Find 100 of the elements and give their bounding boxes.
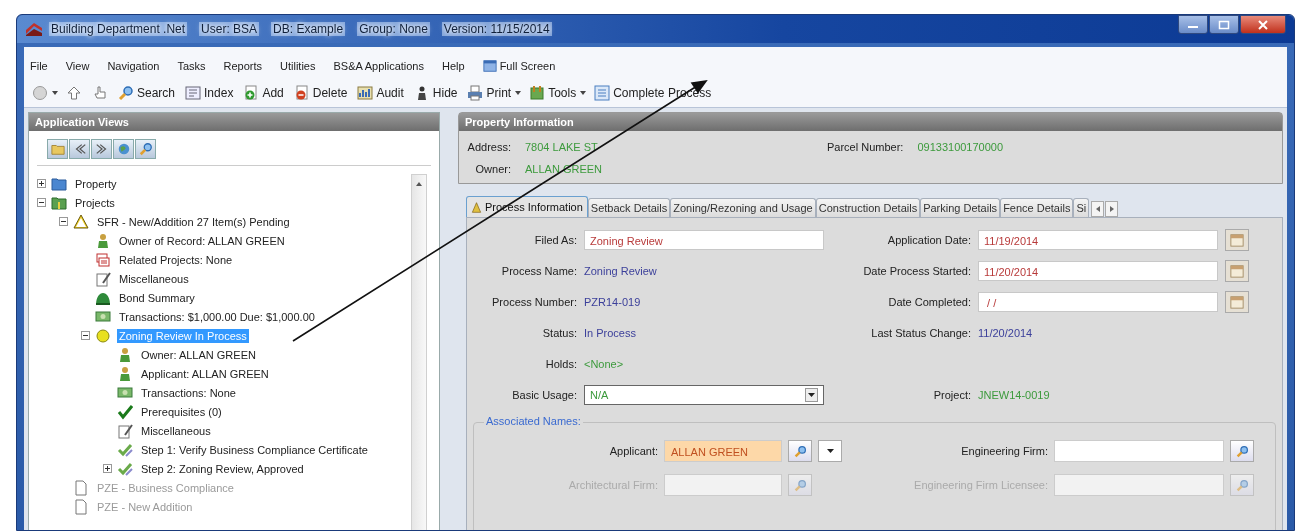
maximize-icon	[1218, 19, 1230, 30]
print-button[interactable]: Print	[465, 84, 514, 102]
check-pencil-icon	[117, 460, 133, 477]
tab[interactable]: Zoning/Rezoning and Usage	[670, 198, 816, 217]
right-arrow-icon	[1108, 205, 1115, 213]
field-value: 7804 LAKE ST	[525, 141, 598, 153]
tree-item[interactable]: Step 1: Verify Business Compliance Certificate	[139, 442, 370, 457]
lookup-button[interactable]	[788, 440, 812, 462]
menu-item[interactable]: Help	[442, 60, 465, 72]
field-label: Address:	[467, 141, 511, 153]
close-button[interactable]	[1240, 15, 1286, 34]
tree-item[interactable]: Step 2: Zoning Review, Approved	[139, 461, 306, 476]
field-label: Date Process Started:	[862, 264, 971, 277]
expander-icon[interactable]	[103, 464, 114, 473]
tree-item[interactable]: Owner: ALLAN GREEN	[139, 347, 258, 362]
dropdown-arrow-icon[interactable]	[515, 91, 522, 95]
page-icon	[73, 498, 89, 515]
input-field[interactable]: 11/20/2014	[978, 260, 1218, 281]
view-tool-button[interactable]	[113, 139, 134, 159]
view-tool-button[interactable]	[135, 139, 156, 159]
dropdown-arrow-icon[interactable]	[52, 91, 58, 95]
printer-icon	[467, 85, 484, 101]
tools-button[interactable]: Tools	[527, 84, 579, 102]
document-stack-icon	[95, 251, 111, 268]
search-icon	[1235, 478, 1249, 492]
menu-item[interactable]: Tasks	[177, 60, 206, 72]
cash-icon	[117, 384, 133, 401]
scroll-right-button[interactable]	[1105, 201, 1119, 217]
view-tool-button[interactable]	[91, 139, 112, 159]
search-button[interactable]: Search	[116, 84, 178, 102]
expander-icon[interactable]	[81, 331, 92, 340]
scroll-left-button[interactable]	[1091, 201, 1105, 217]
tree-item[interactable]: Applicant: ALLAN GREEN	[139, 366, 271, 381]
tab[interactable]: Parking Details	[920, 198, 1001, 217]
index-icon	[185, 85, 202, 101]
folder-icon	[51, 194, 67, 211]
left-arrow-icon	[1094, 205, 1101, 213]
menu-item[interactable]: File	[30, 60, 48, 72]
calendar-icon	[1230, 232, 1244, 247]
view-tool-button[interactable]	[69, 139, 90, 159]
menu-item[interactable]: BS&A Applications	[333, 60, 424, 72]
tab[interactable]: Setback Details	[587, 198, 671, 217]
field-value: 11/20/2014	[978, 326, 1034, 339]
minimize-button[interactable]	[1178, 15, 1208, 34]
tab[interactable]: Fence Details	[1000, 198, 1074, 217]
tab[interactable]: Construction Details	[815, 198, 921, 217]
dropdown-button[interactable]	[818, 440, 842, 462]
dropdown-field[interactable]: N/A	[584, 384, 824, 405]
index-button[interactable]: Index	[183, 84, 236, 102]
tree-item[interactable]: Transactions: $1,000.00 Due: $1,000.00	[117, 309, 317, 324]
expander-icon[interactable]	[59, 217, 70, 226]
input-field[interactable]	[1054, 440, 1224, 462]
calendar-icon	[1230, 294, 1244, 309]
tree-item[interactable]: Related Projects: None	[117, 252, 235, 267]
menu-item[interactable]: Navigation	[107, 60, 160, 72]
delete-icon	[293, 85, 310, 101]
search-icon	[118, 85, 134, 101]
add-button[interactable]: Add	[241, 84, 286, 102]
field-label: Engineering Firm:	[960, 445, 1048, 457]
tree-item[interactable]: Owner of Record: ALLAN GREEN	[117, 233, 287, 248]
dropdown-arrow-icon[interactable]	[580, 91, 587, 95]
tree-item[interactable]: Bond Summary	[117, 290, 197, 305]
tree-item[interactable]: Prerequisites (0)	[139, 404, 224, 419]
input-field[interactable]: / /	[978, 291, 1218, 312]
calendar-icon	[1230, 263, 1244, 278]
menu-item[interactable]: Utilities	[280, 60, 316, 72]
page-icon	[73, 479, 89, 496]
input-field[interactable]: ALLAN GREEN	[664, 440, 782, 462]
tree-item[interactable]: Miscellaneous	[117, 271, 191, 286]
caret-icon	[826, 449, 834, 453]
menu-item[interactable]: Full Screen	[482, 59, 556, 73]
form-icon	[594, 85, 611, 101]
tree-item[interactable]: SFR - New/Addition 27 Item(s) Pending	[95, 214, 292, 229]
audit-button[interactable]: Audit	[355, 84, 406, 102]
maximize-button[interactable]	[1209, 15, 1239, 34]
input-field[interactable]: Zoning Review	[584, 229, 824, 250]
search-icon	[1235, 444, 1249, 458]
field-value: <None>	[584, 357, 625, 370]
scrollbar[interactable]	[411, 174, 427, 530]
tree-item[interactable]: Property	[73, 176, 119, 191]
tree-item[interactable]: Projects	[73, 195, 117, 210]
lookup-button[interactable]	[1230, 440, 1254, 462]
delete-button[interactable]: Delete	[291, 84, 350, 102]
tree-item[interactable]: Transactions: None	[139, 385, 238, 400]
hide-button[interactable]: Hide	[411, 84, 460, 102]
field-label: Application Date:	[886, 233, 971, 246]
expander-icon[interactable]	[37, 198, 48, 207]
menu-item[interactable]: View	[65, 60, 90, 72]
menu-item[interactable]: Reports	[223, 60, 263, 72]
view-tool-button[interactable]	[47, 139, 68, 159]
field-label: Last Status Change:	[870, 326, 971, 339]
input-field[interactable]: 11/19/2014	[978, 229, 1218, 250]
field-label: Filed As:	[533, 233, 577, 246]
info-icon	[471, 201, 482, 213]
tree-item[interactable]: Miscellaneous	[139, 423, 213, 438]
group-title: Associated Names:	[484, 415, 583, 427]
window-icon	[482, 59, 497, 73]
field-label: Parcel Number:	[827, 141, 904, 153]
expander-icon[interactable]	[37, 179, 48, 188]
tab[interactable]: Si	[1073, 198, 1090, 217]
